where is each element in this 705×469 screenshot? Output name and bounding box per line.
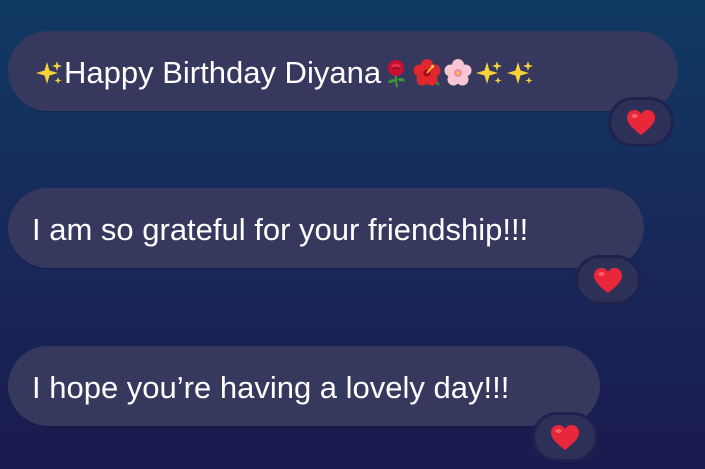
sparkles-icon xyxy=(507,60,534,84)
hibiscus-icon xyxy=(413,58,441,86)
trailing-emoji xyxy=(381,58,535,88)
red-heart-icon xyxy=(627,109,655,135)
message-bubble[interactable]: I am so grateful for your friendship!!! xyxy=(8,188,644,268)
message-text: I hope you’re having a lovely day!!! xyxy=(32,370,510,406)
red-heart-icon xyxy=(594,267,622,293)
message-text: I am so grateful for your friendship!!! xyxy=(32,212,529,248)
message-bubble[interactable]: Happy Birthday Diyana xyxy=(8,31,678,111)
reaction-badge[interactable] xyxy=(608,97,674,147)
sparkles-icon xyxy=(36,60,62,84)
reaction-badge[interactable] xyxy=(532,412,598,462)
message-bubble[interactable]: I hope you’re having a lovely day!!! xyxy=(8,346,600,426)
cherry-blossom-icon xyxy=(444,58,472,86)
reaction-badge[interactable] xyxy=(575,255,641,305)
leading-emoji xyxy=(34,58,64,88)
message-text: Happy Birthday Diyana xyxy=(64,55,382,91)
red-heart-icon xyxy=(551,424,579,450)
sparkles-icon xyxy=(476,60,503,84)
rose-icon xyxy=(388,59,406,88)
